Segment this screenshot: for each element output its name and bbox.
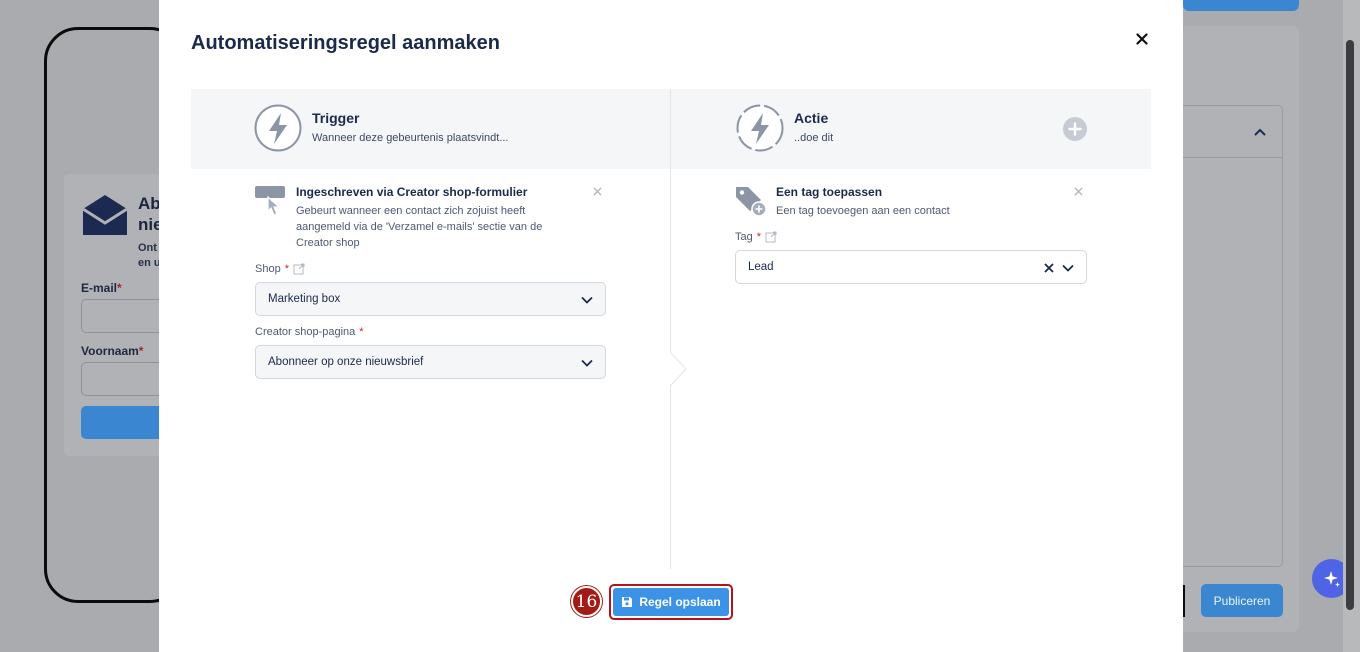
action-step-desc: Een tag toevoegen aan een contact: [776, 205, 950, 217]
bg-top-button: [1183, 0, 1299, 11]
save-rule-button[interactable]: Regel opslaan: [609, 584, 733, 620]
envelope-icon: [82, 195, 128, 235]
external-link-icon[interactable]: [765, 231, 777, 243]
page-scrollbar-thumb[interactable]: [1346, 40, 1354, 610]
trigger-title: Trigger: [312, 110, 360, 126]
creator-shop-page-value: Abonneer op onze nieuwsbrief: [268, 356, 424, 368]
tag-select[interactable]: Lead: [735, 250, 1087, 284]
column-divider: [670, 89, 671, 569]
action-subtitle: ..doe dit: [794, 132, 834, 144]
lightning-bolt-icon: [254, 104, 302, 152]
shop-select[interactable]: Marketing box: [255, 282, 606, 316]
bg-right-box: [1183, 105, 1283, 567]
bg-card-sub-1: Ont: [138, 242, 157, 254]
trigger-subtitle: Wanneer deze gebeurtenis plaatsvindt...: [312, 132, 509, 144]
bg-email-label: E-mail*: [81, 281, 122, 295]
chevron-up-icon: [1254, 128, 1266, 136]
chevron-down-icon: [1062, 264, 1074, 272]
close-icon: [592, 186, 602, 196]
external-link-icon[interactable]: [293, 263, 305, 275]
trigger-step-desc-2: aangemeld via de 'Verzamel e-mails' sect…: [296, 221, 543, 233]
bg-right-edge: [1183, 585, 1185, 617]
tag-label: Tag *: [735, 231, 777, 243]
automation-rule-modal: Automatiseringsregel aanmaken Trigger Wa…: [159, 0, 1183, 652]
tag-add-icon: [736, 187, 767, 217]
action-title: Actie: [794, 110, 829, 126]
divider-arrow: [670, 352, 687, 386]
modal-title: Automatiseringsregel aanmaken: [191, 32, 500, 54]
floppy-disk-icon: [622, 597, 633, 607]
chevron-down-icon: [581, 296, 593, 304]
bg-right-divider: [1183, 157, 1283, 158]
rule-header-band: [191, 89, 1151, 169]
tag-select-value: Lead: [748, 261, 774, 273]
form-pointer-icon: [255, 186, 285, 216]
remove-action-button[interactable]: [1071, 184, 1085, 198]
close-icon: [1136, 33, 1148, 45]
shop-label: Shop *: [255, 263, 305, 275]
chevron-down-icon: [581, 359, 593, 367]
bg-first-name-label: Voornaam*: [81, 344, 144, 358]
plus-circle-icon[interactable]: [1063, 117, 1087, 141]
step-badge: 16: [571, 586, 602, 617]
clear-selection-icon[interactable]: [1043, 262, 1055, 274]
close-icon: [1073, 186, 1083, 196]
creator-shop-page-select[interactable]: Abonneer op onze nieuwsbrief: [255, 345, 606, 379]
lightning-bolt-icon: [736, 104, 784, 152]
save-rule-button-face: Regel opslaan: [613, 588, 729, 616]
bg-card-sub-2: en u: [138, 257, 160, 269]
close-button[interactable]: [1133, 30, 1151, 48]
save-rule-label: Regel opslaan: [639, 595, 721, 609]
trigger-step-title: Ingeschreven via Creator shop-formulier: [296, 185, 528, 199]
sparkle-icon: [1323, 570, 1340, 587]
trigger-step-desc-3: Creator shop: [296, 237, 360, 249]
shop-select-value: Marketing box: [268, 293, 341, 305]
trigger-step-desc-1: Gebeurt wanneer een contact zich zojuist…: [296, 205, 526, 217]
remove-trigger-button[interactable]: [590, 184, 604, 198]
creator-shop-page-label: Creator shop-pagina *: [255, 326, 364, 338]
action-step-title: Een tag toepassen: [776, 185, 883, 199]
publish-button: Publiceren: [1201, 584, 1283, 617]
